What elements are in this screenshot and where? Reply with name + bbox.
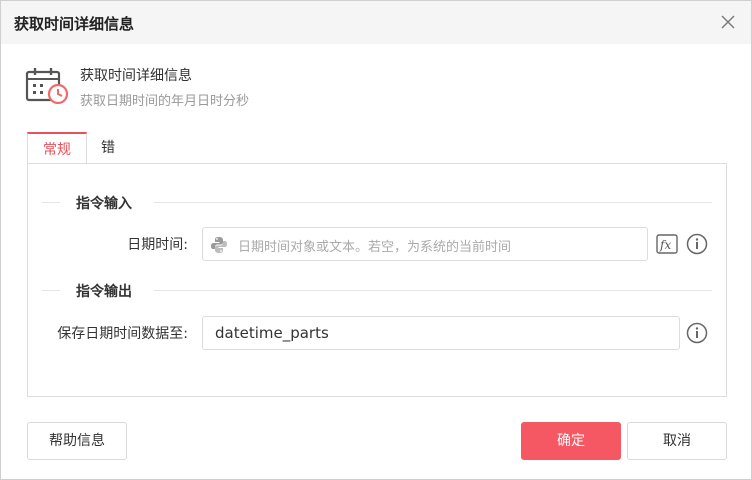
ok-button[interactable]: 确定: [521, 422, 621, 460]
divider: [42, 290, 60, 291]
command-description: 获取日期时间的年月日时分秒: [80, 94, 250, 109]
calendar-clock-icon: [25, 68, 69, 105]
divider: [154, 290, 712, 291]
section-input-header: 指令输入: [42, 193, 712, 213]
datetime-input[interactable]: 日期时间对象或文本。若空，为系统的当前时间: [202, 227, 648, 261]
close-icon[interactable]: [719, 13, 737, 31]
cancel-button[interactable]: 取消: [627, 422, 727, 460]
section-title: 指令输出: [72, 281, 136, 301]
command-title: 获取时间详细信息: [80, 68, 192, 84]
dialog-title: 获取时间详细信息: [14, 15, 135, 33]
settings-panel: 指令输入 日期时间: 日期时间对象或文本。若空，为系统的当前时间 fx 指令输出: [27, 163, 727, 397]
output-variable-label: 保存日期时间数据至:: [57, 326, 188, 342]
section-title: 指令输入: [72, 193, 136, 213]
output-variable-value: datetime_parts: [215, 324, 329, 342]
section-output-header: 指令输出: [42, 281, 712, 301]
divider: [42, 202, 60, 203]
help-button[interactable]: 帮助信息: [27, 422, 127, 460]
python-icon: [211, 237, 227, 253]
title-bar: 获取时间详细信息: [1, 1, 751, 44]
tab-general[interactable]: 常规: [27, 132, 87, 164]
datetime-placeholder: 日期时间对象或文本。若空，为系统的当前时间: [238, 240, 512, 255]
svg-text:fx: fx: [659, 238, 671, 252]
tab-error-handling[interactable]: 错误处理: [101, 132, 115, 252]
divider: [154, 202, 712, 203]
fx-icon[interactable]: fx: [656, 234, 678, 254]
info-icon[interactable]: [686, 233, 708, 255]
info-icon[interactable]: [686, 322, 708, 344]
datetime-label: 日期时间:: [127, 237, 188, 253]
dialog: 获取时间详细信息 获取时间详细信息 获取日期时间的年月日时分秒 常规 错误处理 …: [0, 0, 752, 480]
output-variable-input[interactable]: datetime_parts: [202, 316, 680, 350]
